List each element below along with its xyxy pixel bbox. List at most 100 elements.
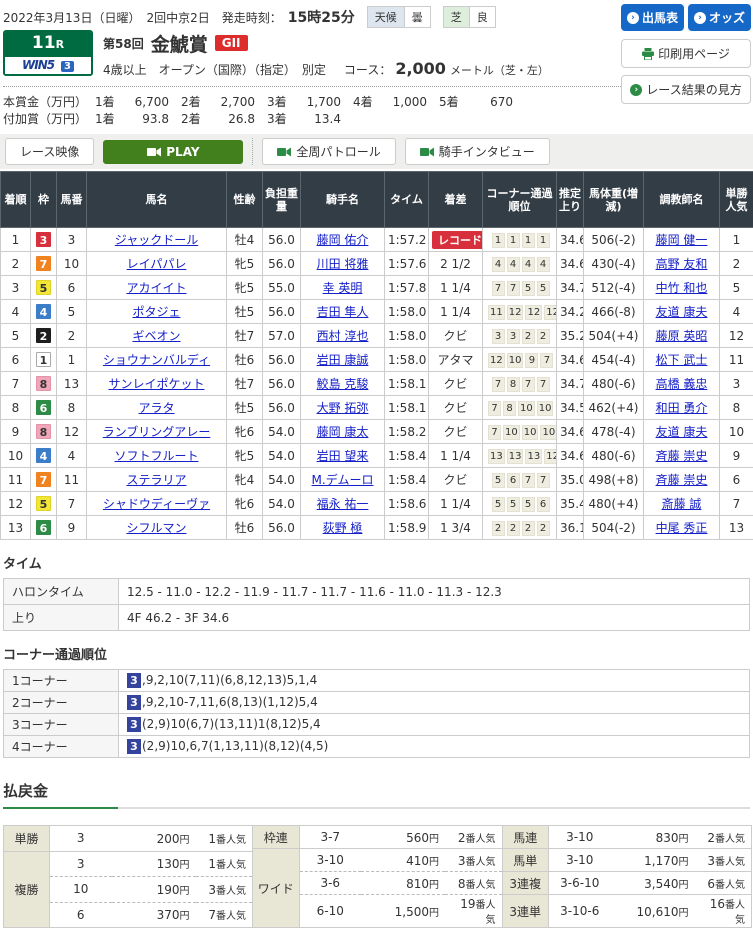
jockey-name-link[interactable]: M.デムーロ — [312, 473, 374, 487]
horse-name-link[interactable]: レイパパレ — [127, 257, 187, 271]
results-column-header: 単勝人気 — [720, 172, 753, 228]
trainer-name-link[interactable]: 斉藤 崇史 — [656, 473, 708, 487]
corner-position-number: 10 — [518, 401, 535, 416]
popularity-suffix: 番人気 — [715, 880, 745, 891]
trainer-name-link[interactable]: 友道 康夫 — [656, 425, 708, 439]
video-camera-icon — [147, 147, 161, 157]
horse-name-link[interactable]: ポタジェ — [132, 305, 180, 319]
jockey-cell: 岩田 康誠 — [301, 348, 385, 372]
odds-button[interactable]: › オッズ — [688, 4, 751, 31]
result-row: 445ポタジェ牡556.0吉田 隼人1:58.01 1/41112121234.… — [1, 300, 753, 324]
results-table: 着順枠馬番馬名性齢負担重量騎手名タイム着差コーナー通過順位推定上り馬体重(増減)… — [0, 171, 753, 540]
entry-table-button[interactable]: › 出馬表 — [621, 4, 684, 31]
horse-name-link[interactable]: ランブリングアレー — [103, 425, 211, 439]
trainer-name-link[interactable]: 高橋 義忠 — [656, 377, 708, 391]
payout-row: 単勝3200円1番人気 — [4, 826, 253, 852]
results-column-header: 着差 — [429, 172, 483, 228]
trainer-cell: 中竹 和也 — [644, 276, 720, 300]
corner-position-number: 6 — [537, 497, 550, 512]
trainer-name-link[interactable]: 藤原 英昭 — [656, 329, 708, 343]
jockey-interview-button[interactable]: 騎手インタビュー — [405, 138, 550, 165]
race-video-button[interactable]: レース映像 — [5, 138, 94, 165]
payout-amount: 3,540円 — [611, 872, 695, 895]
trainer-name-link[interactable]: 中尾 秀正 — [656, 521, 708, 535]
jockey-name-link[interactable]: 藤岡 佑介 — [317, 233, 369, 247]
result-row: 1257シャドウディーヴァ牝654.0福永 祐一1:58.61 1/455563… — [1, 492, 753, 516]
jockey-name-link[interactable]: 福永 祐一 — [317, 497, 369, 511]
jockey-name-link[interactable]: 岩田 望来 — [317, 449, 369, 463]
yen-suffix: 円 — [679, 908, 689, 919]
trainer-name-link[interactable]: 斎藤 誠 — [662, 497, 702, 511]
start-time-value: 15時25分 — [288, 7, 355, 27]
jockey-name-link[interactable]: 川田 将雅 — [317, 257, 369, 271]
last-3f-time: 35.0 — [557, 468, 584, 492]
body-weight: 462(+4) — [584, 396, 644, 420]
horse-name-link[interactable]: シャドウディーヴァ — [103, 497, 210, 511]
trainer-name-link[interactable]: 藤岡 健一 — [656, 233, 708, 247]
print-page-label: 印刷用ページ — [658, 45, 730, 62]
payout-row: 3連複3-6-103,540円6番人気 — [503, 872, 752, 895]
horse-name-link[interactable]: ギベオン — [132, 329, 180, 343]
popularity-suffix: 番人気 — [725, 900, 745, 926]
margin-cell: 1 1/4 — [429, 300, 483, 324]
results-column-header: 騎手名 — [301, 172, 385, 228]
win5-text: WIN5 — [22, 58, 54, 72]
horse-name-link[interactable]: アカイイト — [126, 281, 186, 295]
horse-name-link[interactable]: サンレイポケット — [108, 377, 204, 391]
arrow-circle-icon: › — [694, 12, 706, 24]
trainer-name-link[interactable]: 中竹 和也 — [656, 281, 708, 295]
horse-name-link[interactable]: アラタ — [138, 401, 174, 415]
corner-position-number: 10 — [540, 425, 556, 440]
patrol-video-button[interactable]: 全周パトロール — [262, 138, 395, 165]
jockey-cell: 吉田 隼人 — [301, 300, 385, 324]
jockey-name-link[interactable]: 荻野 極 — [323, 521, 363, 535]
yen-suffix: 円 — [180, 860, 190, 871]
corner-row-label: 2コーナー — [4, 692, 119, 714]
jockey-name-link[interactable]: 西村 淳也 — [317, 329, 369, 343]
sex-age: 牝6 — [227, 420, 263, 444]
payout-amount: 1,500円 — [361, 895, 445, 928]
jockey-name-link[interactable]: 幸 英明 — [323, 281, 363, 295]
sex-age: 牝5 — [227, 276, 263, 300]
payout-amount: 200円 — [112, 826, 196, 852]
result-row: 522ギベオン牡757.0西村 淳也1:58.0クビ332235.2504(+4… — [1, 324, 753, 348]
payout-amount: 810円 — [361, 872, 445, 895]
horse-name-link[interactable]: ジャックドール — [115, 233, 198, 247]
prize-label: 本賞金（万円） — [3, 93, 95, 110]
corner-position-number: 1 — [492, 233, 505, 248]
corner-position-number: 13 — [507, 449, 524, 464]
jockey-name-link[interactable]: 藤岡 康太 — [317, 425, 369, 439]
horse-name-link[interactable]: ソフトフルート — [114, 449, 198, 463]
payout-popularity: 19番人気 — [445, 895, 502, 928]
frame-cell: 7 — [31, 468, 57, 492]
payout-row: 枠連3-7560円2番人気 — [253, 826, 502, 849]
trainer-cell: 和田 勇介 — [644, 396, 720, 420]
jockey-name-link[interactable]: 岩田 康誠 — [317, 353, 369, 367]
corner-position-number: 12 — [507, 305, 524, 320]
jockey-name-link[interactable]: 大野 拓弥 — [317, 401, 369, 415]
results-column-header: 性齢 — [227, 172, 263, 228]
horse-name-link[interactable]: ショウナンバルディ — [103, 353, 210, 367]
result-row: 9812ランブリングアレー牝654.0藤岡 康太1:58.2クビ71010103… — [1, 420, 753, 444]
horse-name-link[interactable]: シフルマン — [126, 521, 186, 535]
print-page-button[interactable]: 印刷用ページ — [621, 39, 751, 68]
trainer-name-link[interactable]: 友道 康夫 — [656, 305, 708, 319]
jockey-name-link[interactable]: 鮫島 克駿 — [317, 377, 369, 391]
trainer-name-link[interactable]: 松下 武士 — [656, 353, 708, 367]
results-guide-button[interactable]: › レース結果の見方 — [621, 75, 751, 104]
corner-position-number: 4 — [507, 257, 520, 272]
payout-combination: 3-6 — [299, 872, 361, 895]
jockey-name-link[interactable]: 吉田 隼人 — [317, 305, 369, 319]
win-popularity: 5 — [720, 276, 753, 300]
corner-positions-cell: 781010 — [483, 396, 557, 420]
time-row-label: 上り — [4, 605, 119, 631]
horse-name-link[interactable]: ステラリア — [126, 473, 186, 487]
prize-rank: 3着 — [267, 110, 295, 127]
trainer-name-link[interactable]: 高野 友和 — [656, 257, 708, 271]
frame-cell: 6 — [31, 516, 57, 540]
finish-time: 1:58.0 — [385, 300, 429, 324]
last-3f-time: 34.5 — [557, 396, 584, 420]
play-button[interactable]: PLAY — [103, 140, 243, 164]
trainer-name-link[interactable]: 和田 勇介 — [656, 401, 708, 415]
trainer-name-link[interactable]: 斉藤 崇史 — [656, 449, 708, 463]
